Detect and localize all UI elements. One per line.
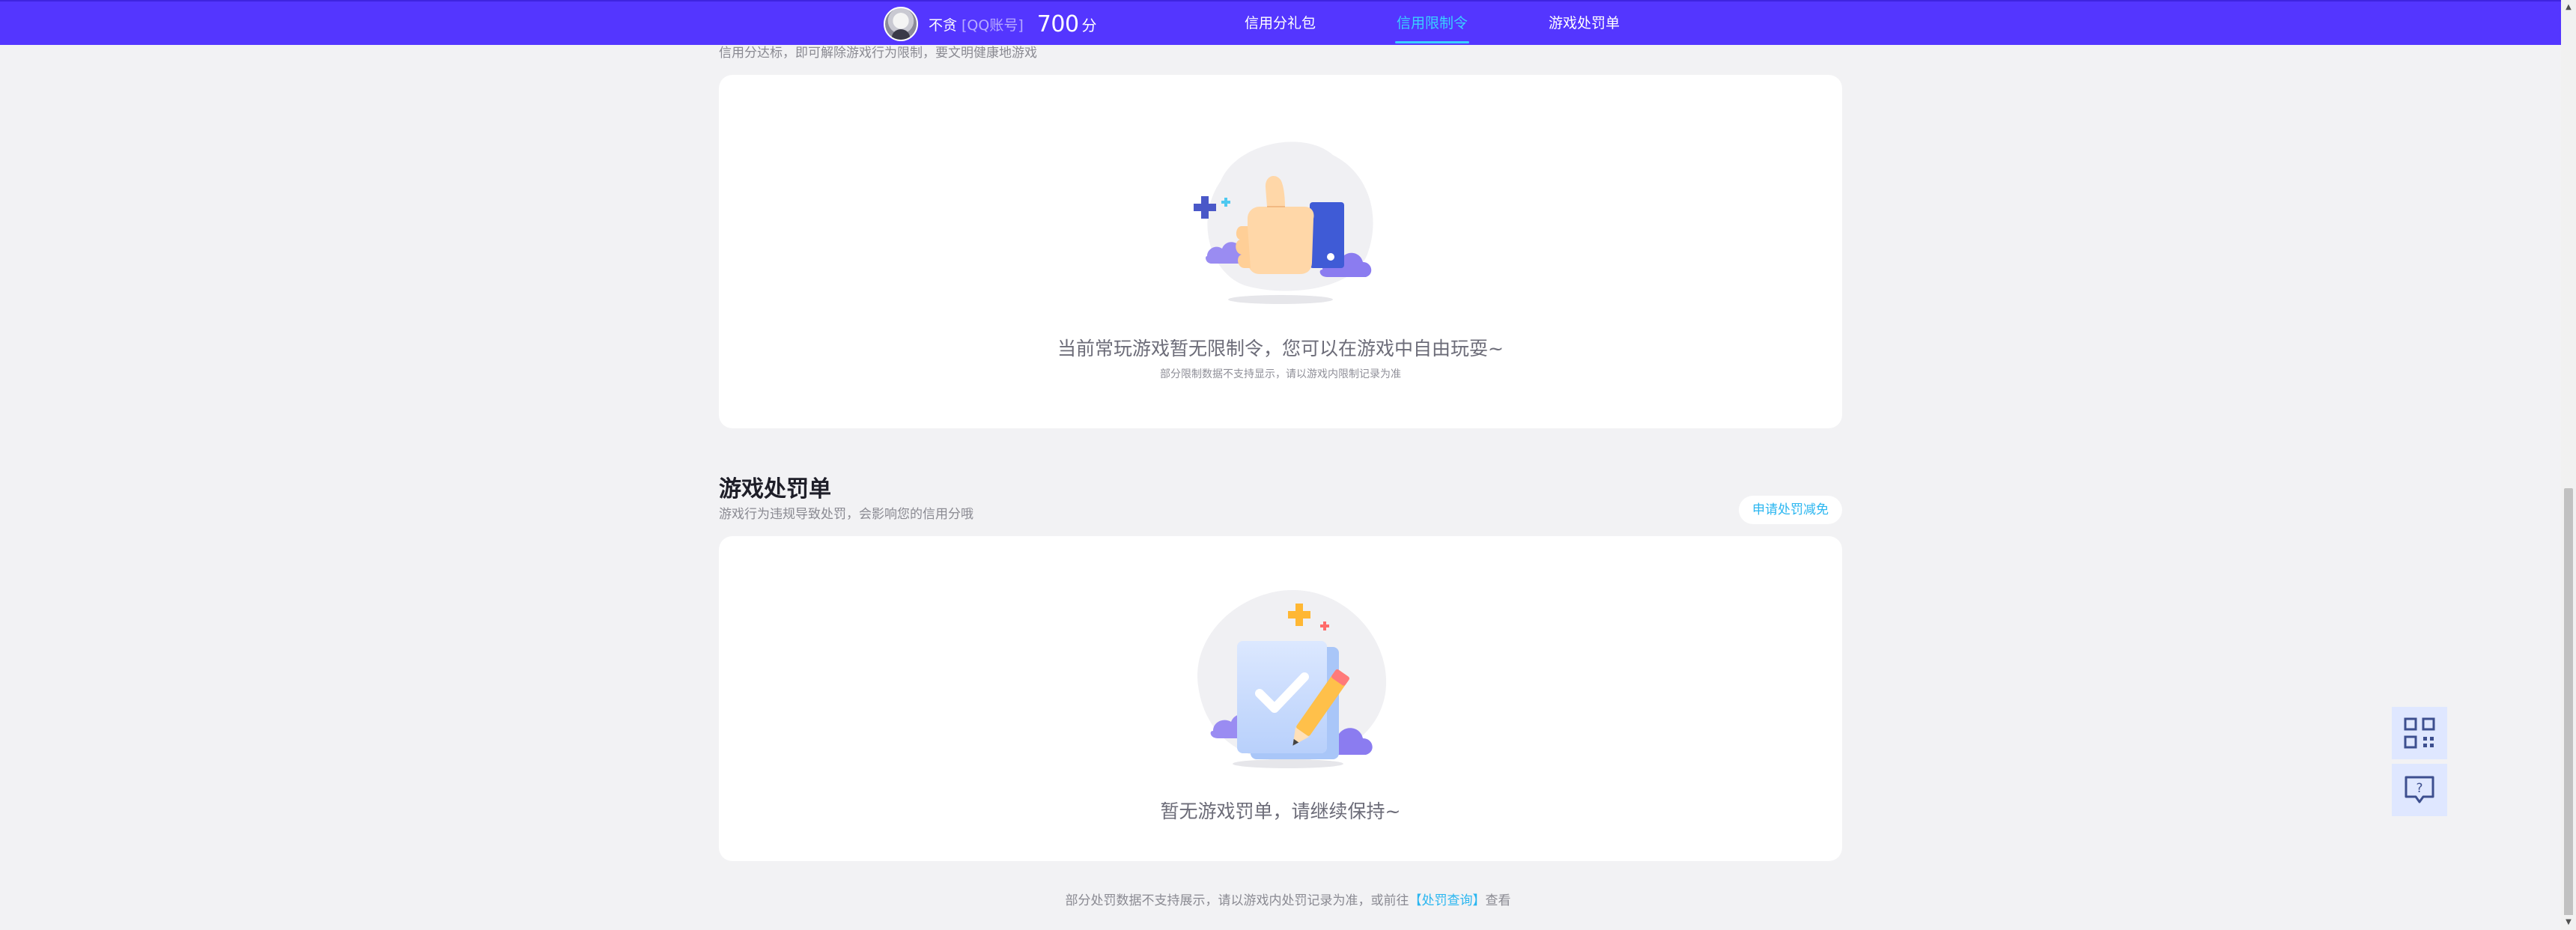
scroll-up-arrow[interactable]: ▲ (2561, 0, 2576, 15)
restriction-sub-text: 部分限制数据不支持显示，请以游戏内限制记录为准 (1160, 368, 1401, 380)
apply-penalty-reduction-button[interactable]: 申请处罚减免 (1739, 496, 1842, 524)
restriction-empty-text: 当前常玩游戏暂无限制令，您可以在游戏中自由玩耍~ (1057, 338, 1504, 359)
thumbs-up-illustration (1194, 142, 1373, 304)
user-name: 不贪 (929, 16, 958, 34)
footer-note-prefix: 部分处罚数据不支持展示，请以游戏内处罚记录为准，或前往 (1065, 893, 1409, 908)
footer-note: 部分处罚数据不支持展示，请以游戏内处罚记录为准，或前往【处罚查询】查看 (0, 890, 2576, 908)
account-type-label: [QQ账号] (962, 16, 1024, 34)
qr-code-icon (2404, 717, 2435, 749)
top-nav-bar: 不贪 [QQ账号] 700 分 信用分礼包 信用限制令 游戏处罚单 (0, 0, 2576, 45)
credit-score: 700 (1036, 10, 1079, 37)
restriction-card: 当前常玩游戏暂无限制令，您可以在游戏中自由玩耍~ 部分限制数据不支持显示，请以游… (719, 75, 1842, 428)
restriction-section-description: 信用分达标，即可解除游戏行为限制，要文明健康地游戏 (719, 46, 1037, 61)
tab-game-penalty[interactable]: 游戏处罚单 (1547, 1, 1621, 45)
penalty-query-link[interactable]: 【处罚查询】 (1409, 893, 1486, 908)
penalty-section-title: 游戏处罚单 (719, 476, 831, 502)
scrollbar-thumb[interactable] (2564, 488, 2573, 917)
tab-credit-restriction[interactable]: 信用限制令 (1395, 1, 1470, 45)
page: 不贪 [QQ账号] 700 分 信用分礼包 信用限制令 游戏处罚单 信用分达标，… (0, 0, 2576, 930)
penalty-empty-text: 暂无游戏罚单，请继续保持~ (1160, 800, 1401, 822)
user-info: 不贪 [QQ账号] 700 分 (884, 4, 1097, 43)
svg-text:?: ? (2416, 781, 2422, 796)
help-chat-icon: ? (2405, 776, 2434, 803)
main-tabs: 信用分礼包 信用限制令 游戏处罚单 (1243, 1, 1699, 46)
scroll-down-arrow[interactable]: ▼ (2561, 915, 2576, 930)
clipboard-check-illustration (1197, 589, 1387, 768)
tab-credit-gift[interactable]: 信用分礼包 (1243, 1, 1317, 45)
credit-score-unit: 分 (1081, 16, 1097, 34)
penalty-section-description: 游戏行为违规导致处罚，会影响您的信用分哦 (719, 507, 973, 522)
avatar[interactable] (884, 7, 918, 41)
penalty-card: 暂无游戏罚单，请继续保持~ (719, 536, 1842, 861)
help-feedback-button[interactable]: ? (2392, 764, 2447, 816)
footer-note-suffix: 查看 (1485, 893, 1511, 908)
qr-code-button[interactable] (2392, 707, 2447, 759)
